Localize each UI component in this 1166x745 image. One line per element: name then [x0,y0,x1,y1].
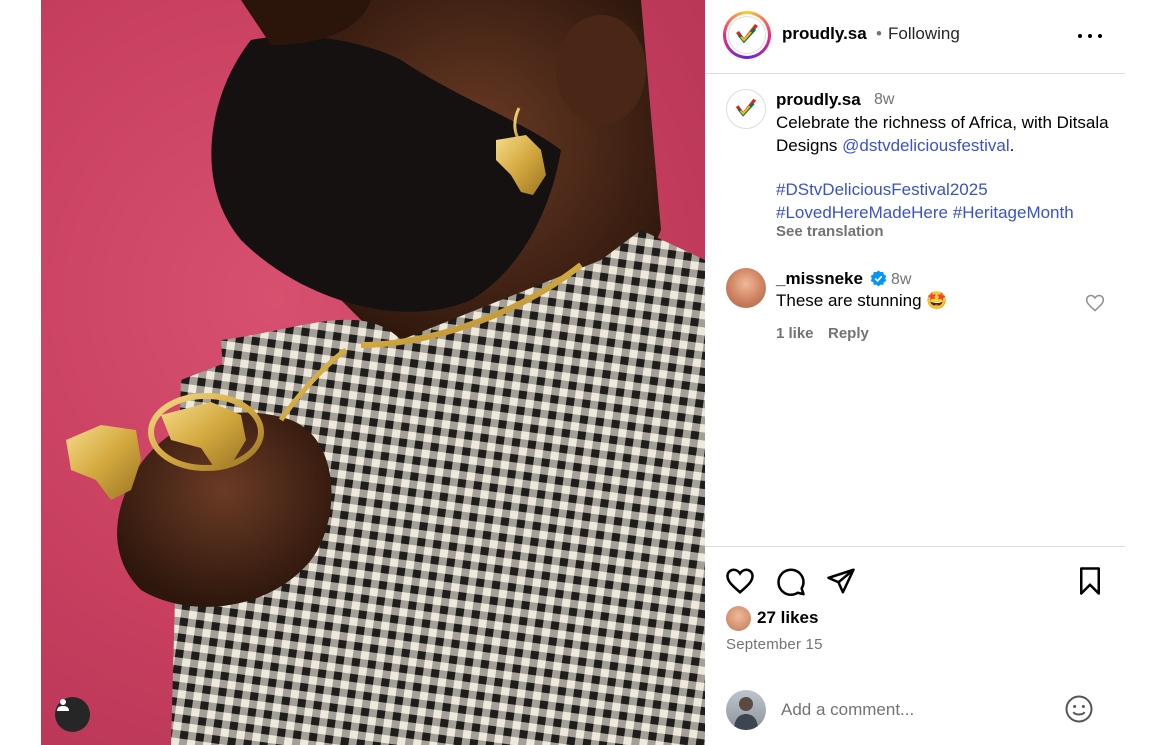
caption-avatar[interactable] [726,89,766,129]
user-silhouette-icon [734,697,758,730]
separator-dot: • [876,24,882,43]
liker-avatar[interactable] [726,606,751,631]
instagram-post-view: proudly.sa • Following proudly.sa 8w Cel… [0,0,1166,745]
photo-illustration [66,0,705,745]
hashtag-link[interactable]: #HeritageMonth [953,203,1074,222]
profile-avatar[interactable] [723,11,771,59]
hashtag-link[interactable]: #LovedHereMadeHere [776,203,948,222]
hashtag-link[interactable]: #DStvDeliciousFestival2025 [776,180,988,199]
verified-badge-icon [870,270,887,287]
comment-icon[interactable] [776,566,806,596]
comment-username[interactable]: _missneke [776,269,863,289]
header-username[interactable]: proudly.sa [782,24,867,44]
likes-count[interactable]: 27 likes [757,608,818,628]
comment-text: These are stunning 🤩 [776,291,948,310]
see-translation-link[interactable]: See translation [776,223,884,240]
add-comment-input[interactable] [781,696,1051,724]
checkmark-logo-icon [735,98,757,117]
mention-link[interactable]: @dstvdeliciousfestival [842,136,1010,155]
comments-section: proudly.sa 8w Celebrate the richness of … [705,74,1125,547]
post-side-panel: proudly.sa • Following proudly.sa 8w Cel… [705,0,1125,745]
reply-button[interactable]: Reply [828,325,869,342]
following-button[interactable]: Following [888,24,960,44]
caption-hashtags: #DStvDeliciousFestival2025 #LovedHereMad… [776,179,1116,224]
caption-timestamp[interactable]: 8w [874,91,894,109]
comment-heart-icon[interactable] [1085,293,1105,313]
post-date[interactable]: September 15 [726,636,823,653]
commenter-avatar[interactable] [726,268,766,308]
heart-icon[interactable] [725,566,755,596]
current-user-avatar [726,690,766,730]
comment-likes[interactable]: 1 like [776,325,814,342]
ear [556,15,646,125]
ring-africa [66,425,141,500]
post-header: proudly.sa • Following [705,0,1125,74]
bookmark-icon[interactable] [1075,566,1105,596]
proudly-sa-logo [728,16,766,54]
comment-timestamp[interactable]: 8w [891,271,911,289]
caption-username[interactable]: proudly.sa [776,90,861,110]
user-tag-icon [57,699,69,711]
user-tag-button[interactable] [55,697,90,732]
caption-text: Celebrate the richness of Africa, with D… [776,113,1109,155]
emoji-icon[interactable] [1064,694,1094,724]
checkmark-logo-icon [736,24,758,44]
more-options-icon[interactable] [1078,26,1102,46]
share-icon[interactable] [826,566,856,596]
post-actions: 27 likes September 15 [705,548,1125,745]
post-photo[interactable] [41,0,705,745]
